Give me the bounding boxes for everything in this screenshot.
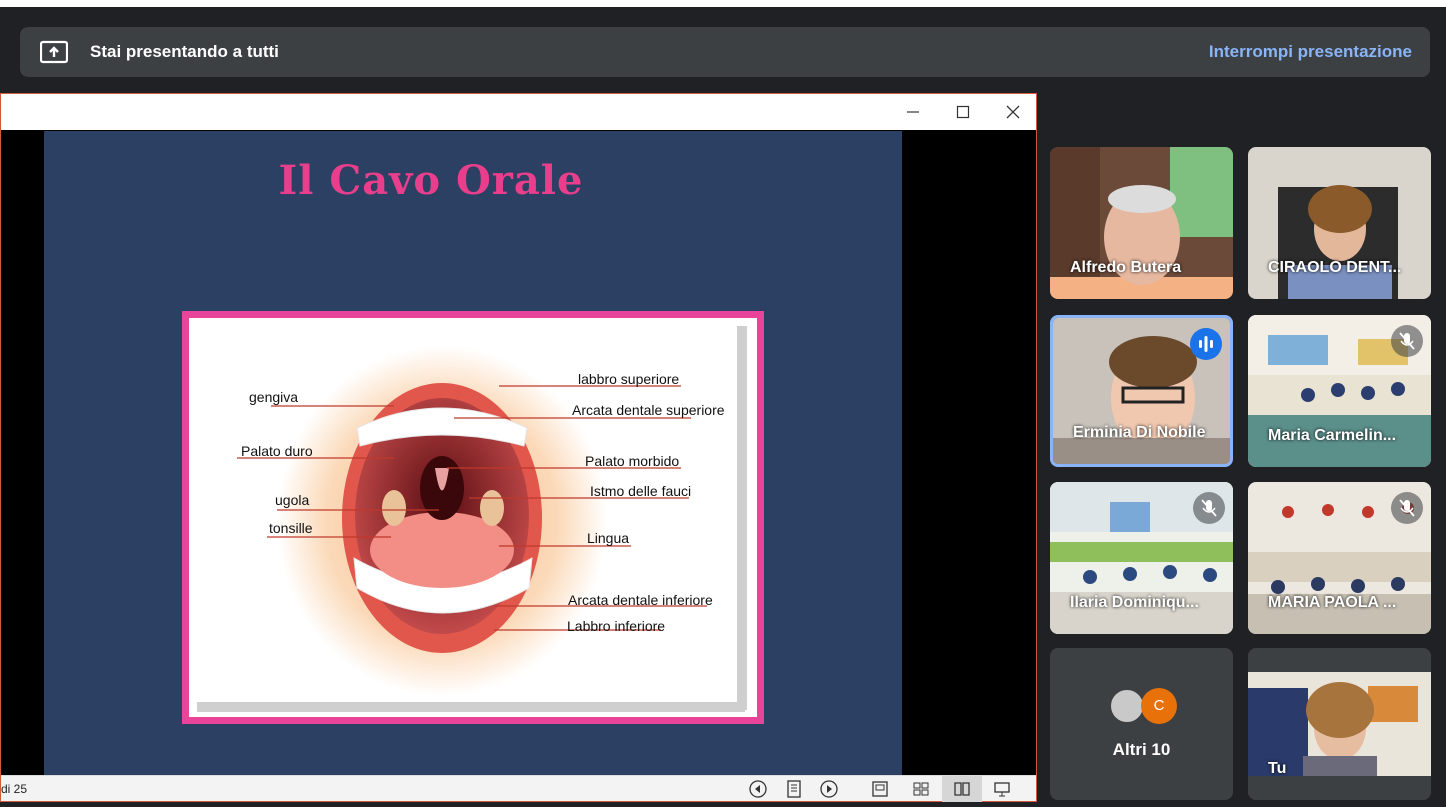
participant-tile[interactable]: Alfredo Butera	[1050, 147, 1233, 299]
muted-indicator	[1193, 492, 1225, 524]
reading-view-icon	[954, 782, 970, 796]
close-button[interactable]	[990, 98, 1036, 126]
speaking-indicator	[1190, 328, 1222, 360]
label-istmo: Istmo delle fauci	[590, 483, 691, 499]
avatar: C	[1141, 688, 1177, 724]
label-gengiva: gengiva	[249, 389, 298, 405]
avatar	[1109, 688, 1145, 724]
others-count-label: Altri 10	[1112, 740, 1171, 759]
slideshow-icon[interactable]	[992, 779, 1012, 799]
normal-view-icon[interactable]	[870, 779, 890, 799]
presenting-banner: Stai presentando a tutti Interrompi pres…	[20, 27, 1430, 77]
slide-sorter-icon[interactable]	[911, 779, 931, 799]
presentation-statusbar: di 25	[1, 775, 1036, 802]
mic-off-icon	[1399, 499, 1415, 517]
mic-off-icon	[1399, 332, 1415, 350]
window-titlebar	[1, 94, 1036, 130]
participant-tile[interactable]: MARIA PAOLA ...	[1248, 482, 1431, 634]
audio-level-icon	[1199, 336, 1213, 352]
slide-counter: di 25	[1, 782, 28, 796]
presenting-status: Stai presentando a tutti	[90, 42, 279, 61]
participant-name: Tu	[1268, 760, 1287, 777]
next-slide-icon[interactable]	[819, 779, 839, 799]
label-palato-morbido: Palato morbido	[585, 453, 679, 469]
presentation-window: Il Cavo Orale gengiva Palato duro ugola …	[0, 93, 1037, 802]
participant-name: MARIA PAOLA ...	[1268, 594, 1397, 611]
mouth-illustration: gengiva Palato duro ugola tonsille labbr…	[189, 318, 747, 712]
label-lingua: Lingua	[587, 530, 629, 546]
notes-icon[interactable]	[784, 779, 804, 799]
present-screen-icon	[40, 40, 68, 64]
label-ugola: ugola	[275, 492, 309, 508]
label-tonsille: tonsille	[269, 520, 313, 536]
label-palato-duro: Palato duro	[241, 443, 313, 459]
label-arcata-inferiore: Arcata dentale inferiore	[568, 592, 713, 608]
slide: Il Cavo Orale gengiva Palato duro ugola …	[44, 131, 902, 775]
muted-indicator	[1391, 325, 1423, 357]
participant-name: Alfredo Butera	[1070, 259, 1182, 276]
participant-name: Maria Carmelin...	[1268, 427, 1397, 444]
participant-tile[interactable]: Maria Carmelin...	[1248, 315, 1431, 467]
muted-indicator	[1391, 492, 1423, 524]
label-arcata-superiore: Arcata dentale superiore	[572, 402, 725, 418]
reading-view-button[interactable]	[942, 776, 982, 802]
minimize-button[interactable]	[890, 98, 936, 126]
mic-off-icon	[1201, 499, 1217, 517]
participant-name: CIRAOLO DENT...	[1268, 259, 1402, 276]
close-icon	[1006, 105, 1020, 119]
participant-name: Ilaria Dominiqu...	[1070, 594, 1199, 611]
label-labbro-inferiore: Labbro inferiore	[567, 618, 665, 634]
participant-tile[interactable]: Ilaria Dominiqu...	[1050, 482, 1233, 634]
figure-frame: gengiva Palato duro ugola tonsille labbr…	[182, 311, 764, 724]
other-participants-tile[interactable]: C Altri 10	[1050, 648, 1233, 800]
slide-title: Il Cavo Orale	[278, 157, 584, 204]
participant-tile-active-speaker[interactable]: Erminia Di Nobile	[1050, 315, 1233, 467]
previous-slide-icon[interactable]	[748, 779, 768, 799]
stop-presenting-button[interactable]: Interrompi presentazione	[1209, 42, 1412, 62]
minimize-icon	[907, 111, 919, 113]
participant-tile[interactable]: CIRAOLO DENT...	[1248, 147, 1431, 299]
top-edge	[0, 0, 1446, 7]
participant-name: Erminia Di Nobile	[1073, 424, 1206, 441]
maximize-button[interactable]	[940, 98, 986, 126]
maximize-icon	[956, 105, 970, 119]
label-labbro-superiore: labbro superiore	[578, 371, 679, 387]
self-tile[interactable]: Tu	[1248, 648, 1431, 800]
mouth-diagram: gengiva Palato duro ugola tonsille labbr…	[189, 318, 757, 717]
